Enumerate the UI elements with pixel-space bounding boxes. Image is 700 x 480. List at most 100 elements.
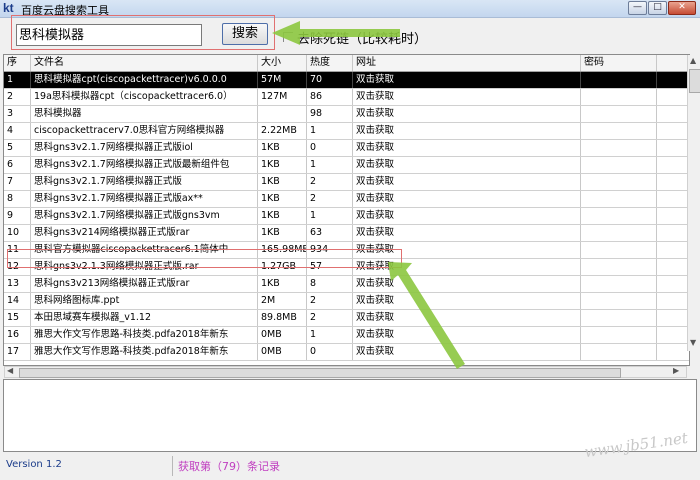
row-blank (657, 293, 689, 309)
scroll-thumb[interactable] (689, 69, 700, 93)
row-url[interactable]: 双击获取 (353, 276, 581, 292)
table-row[interactable]: 14 思科网络图标库.ppt 2M 2 双击获取 (4, 293, 689, 310)
table-row[interactable]: 5 思科gns3v2.1.7网络模拟器正式版iol 1KB 0 双击获取 (4, 140, 689, 157)
table-row[interactable]: 3 思科模拟器 98 双击获取 (4, 106, 689, 123)
table-row[interactable]: 2 19a思科模拟器cpt（ciscopackettracer6.0） 127M 86… (4, 89, 689, 106)
scroll-left-icon[interactable]: ◀ (7, 366, 13, 375)
column-header-url[interactable]: 网址 (353, 55, 581, 71)
row-index: 10 (4, 225, 31, 241)
row-index: 16 (4, 327, 31, 343)
scroll-right-icon[interactable]: ▶ (673, 366, 679, 375)
row-popularity: 0 (307, 140, 353, 156)
row-filename: 思科模拟器 (31, 106, 258, 122)
column-header-size[interactable]: 大小 (258, 55, 307, 71)
row-blank (657, 174, 689, 190)
table-row[interactable]: 16 雅思大作文写作思路-科技类.pdfa2018年新东 0MB 1 双击获取 (4, 327, 689, 344)
table-row[interactable]: 4 ciscopackettracerv7.0思科官方网络模拟器 2.22MB 1 双击… (4, 123, 689, 140)
row-filename: 思科gns3v2.1.7网络模拟器正式版 (31, 174, 258, 190)
row-blank (657, 72, 689, 88)
scroll-down-icon[interactable]: ▼ (690, 338, 696, 347)
row-index: 13 (4, 276, 31, 292)
row-size: 1KB (258, 276, 307, 292)
row-popularity: 1 (307, 157, 353, 173)
row-size: 1KB (258, 140, 307, 156)
row-filename: 思科模拟器cpt(ciscopackettracer)v6.0.0.0 (31, 72, 258, 88)
table-row[interactable]: 6 思科gns3v2.1.7网络模拟器正式版最新组件包 1KB 1 双击获取 (4, 157, 689, 174)
row-blank (657, 276, 689, 292)
maximize-button[interactable]: □ (648, 1, 667, 15)
scroll-up-icon[interactable]: ▲ (690, 56, 696, 65)
row-password (581, 174, 657, 190)
record-count: 获取第（79）条记录 (178, 460, 280, 473)
dead-link-checkbox[interactable]: 去除死链（比较耗时） (283, 28, 427, 47)
row-url[interactable]: 双击获取 (353, 106, 581, 122)
row-index: 1 (4, 72, 31, 88)
row-password (581, 310, 657, 326)
table-row[interactable]: 1 思科模拟器cpt(ciscopackettracer)v6.0.0.0 57M 7… (4, 72, 689, 89)
row-filename: 思科gns3v2.1.7网络模拟器正式版最新组件包 (31, 157, 258, 173)
row-url[interactable]: 双击获取 (353, 310, 581, 326)
row-password (581, 225, 657, 241)
row-index: 14 (4, 293, 31, 309)
row-size: 57M (258, 72, 307, 88)
row-filename: 思科gns3v214网络模拟器正式版rar (31, 225, 258, 241)
row-blank (657, 191, 689, 207)
row-url[interactable]: 双击获取 (353, 344, 581, 360)
row-size: 1KB (258, 208, 307, 224)
table-row[interactable]: 10 思科gns3v214网络模拟器正式版rar 1KB 63 双击获取 (4, 225, 689, 242)
row-size: 1KB (258, 225, 307, 241)
row-blank (657, 140, 689, 156)
table-row[interactable]: 8 思科gns3v2.1.7网络模拟器正式版ax** 1KB 2 双击获取 (4, 191, 689, 208)
results-table: 序 文件名 大小 热度 网址 密码 1 思科模拟器cpt(ciscopackett… (3, 54, 690, 366)
close-button[interactable]: ✕ (668, 1, 696, 15)
app-logo: kt (3, 1, 14, 15)
vertical-scrollbar[interactable]: ▲ ▼ (687, 55, 700, 351)
minimize-button[interactable]: — (628, 1, 647, 15)
row-password (581, 259, 657, 275)
column-header-popularity[interactable]: 热度 (307, 55, 353, 71)
row-size: 2.22MB (258, 123, 307, 139)
row-popularity: 86 (307, 89, 353, 105)
table-row[interactable]: 15 本田思域赛车模拟器_v1.12 89.8MB 2 双击获取 (4, 310, 689, 327)
row-popularity: 70 (307, 72, 353, 88)
row-popularity: 1 (307, 208, 353, 224)
row-password (581, 276, 657, 292)
row-size: 127M (258, 89, 307, 105)
row-password (581, 123, 657, 139)
row-url[interactable]: 双击获取 (353, 174, 581, 190)
row-blank (657, 327, 689, 343)
row-popularity: 8 (307, 276, 353, 292)
row-url[interactable]: 双击获取 (353, 293, 581, 309)
table-row[interactable]: 13 思科gns3v213网络模拟器正式版rar 1KB 8 双击获取 (4, 276, 689, 293)
row-url[interactable]: 双击获取 (353, 89, 581, 105)
row-index: 6 (4, 157, 31, 173)
table-row[interactable]: 17 雅思大作文写作思路-科技类.pdfa2018年新东 0MB 0 双击获取 (4, 344, 689, 361)
row-url[interactable]: 双击获取 (353, 327, 581, 343)
row-index: 2 (4, 89, 31, 105)
column-header-filename[interactable]: 文件名 (31, 55, 258, 71)
row-url[interactable]: 双击获取 (353, 140, 581, 156)
table-row[interactable]: 9 思科gns3v2.1.7网络模拟器正式版gns3vm 1KB 1 双击获取 (4, 208, 689, 225)
row-popularity: 63 (307, 225, 353, 241)
row-blank (657, 242, 689, 258)
row-filename: 本田思域赛车模拟器_v1.12 (31, 310, 258, 326)
table-row[interactable]: 7 思科gns3v2.1.7网络模拟器正式版 1KB 2 双击获取 (4, 174, 689, 191)
row-filename: 雅思大作文写作思路-科技类.pdfa2018年新东 (31, 327, 258, 343)
row-url[interactable]: 双击获取 (353, 123, 581, 139)
row-filename: 思科网络图标库.ppt (31, 293, 258, 309)
row-password (581, 344, 657, 360)
checkbox-icon[interactable] (283, 32, 293, 42)
horizontal-scrollbar[interactable]: ◀ ▶ (4, 366, 687, 378)
row-url[interactable]: 双击获取 (353, 72, 581, 88)
version-label: Version 1.2 (6, 459, 62, 470)
column-header-password[interactable]: 密码 (581, 55, 657, 71)
row-popularity: 1 (307, 123, 353, 139)
column-header-index[interactable]: 序 (4, 55, 31, 71)
row-size: 1KB (258, 191, 307, 207)
row-url[interactable]: 双击获取 (353, 225, 581, 241)
row-password (581, 293, 657, 309)
hscroll-thumb[interactable] (19, 368, 621, 378)
row-url[interactable]: 双击获取 (353, 208, 581, 224)
row-url[interactable]: 双击获取 (353, 191, 581, 207)
row-url[interactable]: 双击获取 (353, 157, 581, 173)
